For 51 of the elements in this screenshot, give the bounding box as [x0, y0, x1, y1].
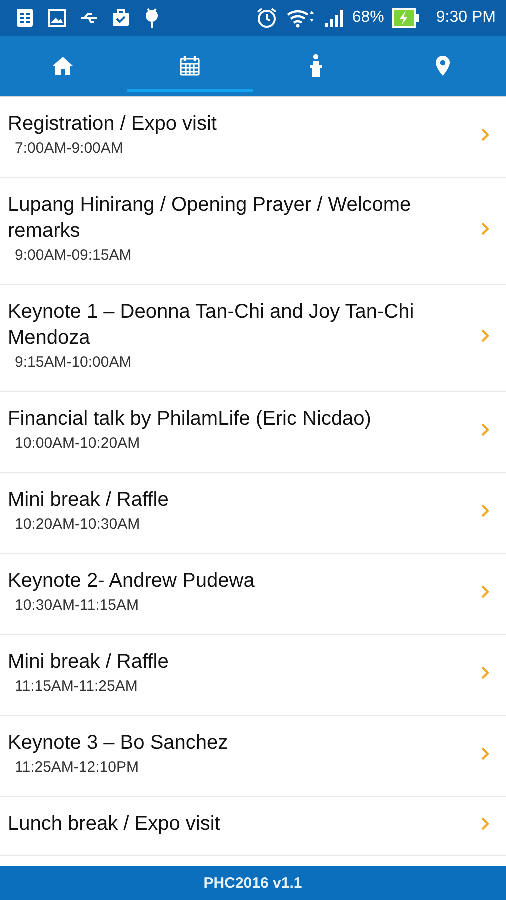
session-title: Keynote 2- Andrew Pudewa — [8, 569, 256, 594]
schedule-item[interactable]: Keynote 3 – Bo Sanchez 11:25AM-12:10PM — [0, 716, 506, 797]
schedule-item[interactable]: Registration / Expo visit 7:00AM-9:00AM — [0, 97, 506, 178]
chevron-right-icon — [481, 504, 490, 518]
alarm-clock-icon — [256, 7, 278, 29]
wifi-icon — [286, 8, 316, 28]
session-time: 11:15AM-11:25AM — [14, 677, 139, 697]
chevron-right-icon — [481, 222, 490, 236]
usb-icon — [80, 12, 98, 24]
session-title: Registration / Expo visit — [8, 112, 218, 137]
schedule-item[interactable]: Keynote 2- Andrew Pudewa 10:30AM-11:15AM — [0, 554, 506, 635]
location-pin-icon — [434, 55, 451, 77]
schedule-item[interactable]: Financial talk by PhilamLife (Eric Nicdao) 10:00AM-10:20AM — [0, 392, 506, 473]
battery-percentage: 68% — [352, 9, 384, 27]
session-time: 10:20AM-10:30AM — [14, 515, 142, 535]
briefcase-check-icon — [112, 9, 130, 27]
session-title: Lunch break / Expo visit — [8, 812, 222, 837]
session-title: Financial talk by PhilamLife (Eric Nicdao) — [8, 407, 372, 432]
signal-icon — [324, 8, 344, 28]
session-title: Keynote 3 – Bo Sanchez — [8, 731, 230, 756]
session-title: Lupang Hinirang / Opening Prayer / Welcome remarks — [8, 193, 412, 244]
image-icon — [48, 9, 66, 27]
speaker-at-podium-icon — [309, 54, 324, 78]
app-version: PHC2016 v1.1 — [204, 874, 302, 892]
home-icon — [52, 56, 74, 76]
chevron-right-icon — [481, 817, 490, 831]
schedule-item[interactable]: Keynote 1 – Deonna Tan-Chi and Joy Tan-Chi Mendoza 9:15AM-10:00AM — [0, 285, 506, 392]
session-time: 7:00AM-9:00AM — [14, 139, 124, 159]
session-time: 9:00AM-09:15AM — [14, 246, 133, 266]
schedule-item[interactable]: Mini break / Raffle 11:15AM-11:25AM — [0, 635, 506, 716]
session-title: Mini break / Raffle — [8, 650, 170, 675]
session-time: 10:30AM-11:15AM — [14, 596, 140, 616]
session-title: Keynote 1 – Deonna Tan-Chi and Joy Tan-Chi Mendoza — [8, 300, 416, 351]
chevron-right-icon — [481, 747, 490, 761]
chevron-right-icon — [481, 423, 490, 437]
chevron-right-icon — [481, 128, 490, 142]
notification-icon — [16, 8, 34, 28]
schedule-item[interactable]: Lupang Hinirang / Opening Prayer / Welcome remarks 9:00AM-09:15AM — [0, 178, 506, 285]
android-icon — [144, 7, 160, 29]
calendar-icon — [178, 55, 201, 77]
session-time: 11:25AM-12:10PM — [14, 758, 140, 778]
chevron-right-icon — [481, 585, 490, 599]
battery-charging-icon — [392, 8, 420, 28]
chevron-right-icon — [481, 329, 490, 343]
session-time: 9:15AM-10:00AM — [14, 353, 133, 373]
session-time: 10:00AM-10:20AM — [14, 434, 142, 454]
clock-time: 9:30 PM — [436, 9, 496, 27]
schedule-item[interactable]: Mini break / Raffle 10:20AM-10:30AM — [0, 473, 506, 554]
schedule-item[interactable]: Lunch break / Expo visit — [0, 797, 506, 856]
session-title: Mini break / Raffle — [8, 488, 170, 513]
chevron-right-icon — [481, 666, 490, 680]
